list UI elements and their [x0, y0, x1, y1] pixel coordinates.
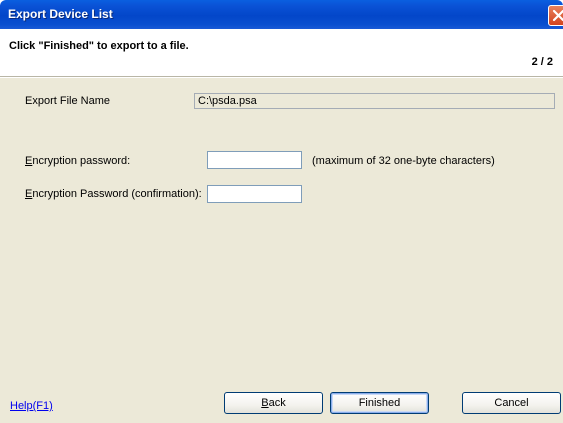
confirm-password-input[interactable]: [207, 185, 302, 203]
close-icon: [552, 9, 563, 22]
help-link[interactable]: Help(F1): [10, 400, 53, 412]
header-instruction: Click "Finished" to export to a file.: [9, 40, 189, 52]
password-label-text: ncryption password:: [32, 155, 131, 167]
encryption-password-input[interactable]: [207, 151, 302, 169]
title-bar[interactable]: Export Device List: [0, 0, 563, 29]
back-access-key: B: [261, 397, 269, 409]
dialog-body: Export File Name C:\psda.psa Encryption …: [0, 78, 563, 423]
back-label-text: ack: [268, 397, 286, 409]
window-title: Export Device List: [8, 7, 113, 21]
cancel-button[interactable]: Cancel: [462, 392, 561, 414]
back-button[interactable]: Back: [224, 392, 323, 414]
export-file-name-field: C:\psda.psa: [194, 93, 555, 109]
export-file-name-label: Export File Name: [25, 95, 110, 107]
confirm-password-label: Encryption Password (confirmation):: [25, 188, 202, 200]
wizard-header: Click "Finished" to export to a file. 2 …: [0, 29, 563, 77]
finished-button[interactable]: Finished: [330, 392, 429, 414]
encryption-password-label: Encryption password:: [25, 155, 130, 167]
step-indicator: 2 / 2: [531, 56, 553, 68]
confirm-label-text: ncryption Password (confirmation):: [32, 188, 202, 200]
password-hint: (maximum of 32 one-byte characters): [312, 155, 495, 167]
close-button[interactable]: [548, 5, 563, 26]
